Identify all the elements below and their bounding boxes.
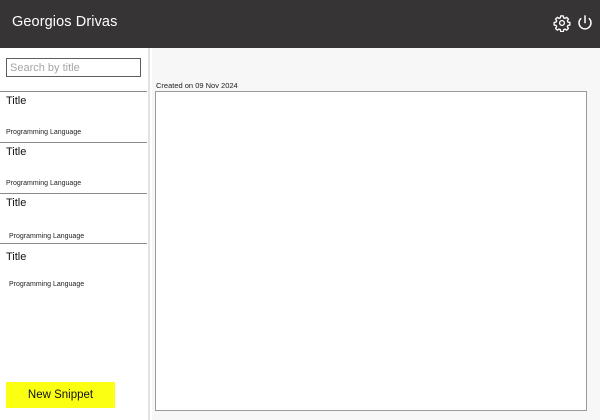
snippet-title: Title — [6, 146, 27, 158]
sidebar: Title Programming Language Title Program… — [0, 48, 150, 420]
app-header: Georgios Drivas — [0, 0, 600, 48]
snippet-list-item[interactable]: Title Programming Language — [0, 142, 147, 193]
power-icon[interactable] — [576, 14, 594, 32]
snippet-language: Programming Language — [9, 281, 85, 288]
snippet-list-item[interactable]: Title Programming Language — [0, 91, 147, 142]
snippet-list-item[interactable]: Title Programming Language — [0, 193, 147, 243]
snippet-editor[interactable] — [155, 91, 587, 411]
snippet-language: Programming Language — [6, 129, 82, 136]
snippet-title: Title — [6, 197, 27, 209]
snippet-language: Programming Language — [6, 180, 82, 187]
gear-icon[interactable] — [553, 14, 571, 32]
snippet-title: Title — [6, 95, 27, 107]
snippet-language: Programming Language — [9, 233, 85, 240]
user-name: Georgios Drivas — [12, 14, 118, 30]
snippet-title: Title — [6, 251, 27, 263]
search-input[interactable] — [6, 58, 141, 77]
snippet-list-item[interactable]: Title Programming Language — [0, 243, 147, 298]
created-date-label: Created on 09 Nov 2024 — [156, 81, 238, 90]
new-snippet-button[interactable]: New Snippet — [6, 382, 115, 408]
main-panel: Created on 09 Nov 2024 — [152, 48, 600, 420]
